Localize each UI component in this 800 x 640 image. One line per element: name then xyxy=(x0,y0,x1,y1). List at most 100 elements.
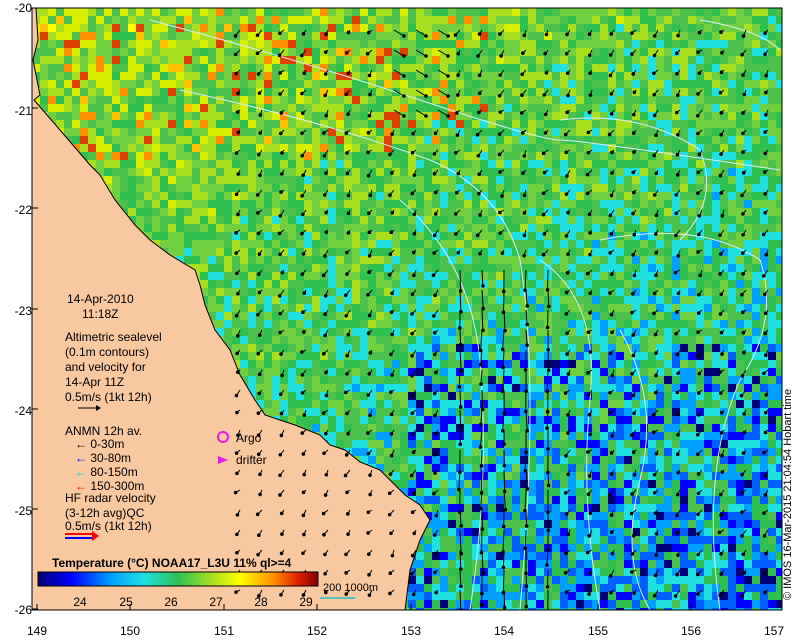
sst-pixel xyxy=(752,8,760,16)
sst-pixel xyxy=(536,120,544,128)
sst-pixel xyxy=(464,336,472,344)
sst-pixel xyxy=(632,16,640,24)
sst-pixel xyxy=(720,104,728,112)
sst-pixel xyxy=(120,40,128,48)
sst-pixel xyxy=(576,32,584,40)
sst-pixel xyxy=(448,248,456,256)
sst-pixel xyxy=(248,368,256,376)
sst-pixel xyxy=(88,152,96,160)
sst-pixel xyxy=(88,104,96,112)
sst-pixel xyxy=(312,88,320,96)
sst-pixel xyxy=(512,288,520,296)
sst-pixel xyxy=(552,88,560,96)
sst-pixel xyxy=(440,216,448,224)
sst-pixel xyxy=(616,112,624,120)
sst-pixel xyxy=(768,304,776,312)
sst-pixel xyxy=(528,208,536,216)
sst-pixel xyxy=(656,40,664,48)
sst-pixel xyxy=(336,208,344,216)
sst-pixel xyxy=(272,136,280,144)
sst-pixel xyxy=(608,216,616,224)
sst-pixel xyxy=(536,32,544,40)
sst-pixel xyxy=(504,96,512,104)
sst-pixel xyxy=(344,160,352,168)
sst-pixel xyxy=(360,408,368,416)
sst-pixel xyxy=(400,208,408,216)
sst-pixel xyxy=(216,232,224,240)
sst-pixel xyxy=(152,80,160,88)
sst-pixel xyxy=(376,104,384,112)
sst-pixel xyxy=(168,72,176,80)
sst-pixel xyxy=(336,280,344,288)
sst-pixel xyxy=(512,112,520,120)
sst-pixel xyxy=(224,288,232,296)
sst-pixel xyxy=(248,264,256,272)
sst-pixel xyxy=(304,152,312,160)
sst-pixel xyxy=(480,136,488,144)
sst-pixel xyxy=(696,184,704,192)
sst-pixel xyxy=(568,392,576,400)
sst-pixel xyxy=(448,192,456,200)
sst-pixel xyxy=(672,120,680,128)
sst-pixel xyxy=(248,104,256,112)
sst-pixel xyxy=(496,160,504,168)
sst-pixel xyxy=(424,360,432,368)
sst-pixel xyxy=(664,184,672,192)
sst-pixel xyxy=(504,304,512,312)
sst-pixel xyxy=(568,16,576,24)
sst-pixel xyxy=(200,232,208,240)
sst-pixel xyxy=(64,112,72,120)
sst-pixel xyxy=(360,168,368,176)
sst-pixel xyxy=(416,112,424,120)
sst-pixel xyxy=(736,8,744,16)
sst-pixel xyxy=(160,80,168,88)
sst-pixel xyxy=(376,312,384,320)
sst-pixel xyxy=(392,216,400,224)
sst-pixel xyxy=(152,8,160,16)
sst-pixel xyxy=(264,120,272,128)
sst-pixel xyxy=(432,32,440,40)
sst-pixel xyxy=(592,128,600,136)
sst-pixel xyxy=(712,256,720,264)
sst-pixel xyxy=(296,264,304,272)
sst-pixel xyxy=(528,24,536,32)
sst-pixel xyxy=(56,72,64,80)
sst-pixel xyxy=(304,392,312,400)
sst-pixel xyxy=(576,96,584,104)
sst-pixel xyxy=(400,248,408,256)
sst-pixel xyxy=(472,96,480,104)
sst-pixel xyxy=(296,40,304,48)
sst-pixel xyxy=(416,184,424,192)
sst-pixel xyxy=(400,344,408,352)
sst-pixel xyxy=(488,368,496,376)
sst-pixel xyxy=(344,120,352,128)
sst-pixel xyxy=(616,256,624,264)
sst-pixel xyxy=(376,168,384,176)
sst-pixel xyxy=(720,376,728,384)
sst-pixel xyxy=(752,184,760,192)
sst-pixel xyxy=(256,120,264,128)
sst-pixel xyxy=(224,200,232,208)
sst-pixel xyxy=(336,312,344,320)
sst-pixel xyxy=(496,136,504,144)
sst-pixel xyxy=(536,40,544,48)
sst-pixel xyxy=(656,88,664,96)
sst-pixel xyxy=(312,416,320,424)
sst-pixel xyxy=(408,88,416,96)
sst-pixel xyxy=(656,408,664,416)
sst-pixel xyxy=(600,240,608,248)
sst-pixel xyxy=(488,232,496,240)
sst-pixel xyxy=(560,264,568,272)
sst-pixel xyxy=(192,112,200,120)
sst-pixel xyxy=(400,152,408,160)
sst-pixel xyxy=(696,280,704,288)
sst-pixel xyxy=(688,408,696,416)
sst-pixel xyxy=(776,336,782,344)
sst-pixel xyxy=(112,88,120,96)
sst-pixel xyxy=(536,360,544,368)
sst-pixel xyxy=(216,112,224,120)
sst-pixel xyxy=(528,80,536,88)
sst-pixel xyxy=(568,32,576,40)
sst-pixel xyxy=(576,80,584,88)
sst-pixel xyxy=(296,256,304,264)
